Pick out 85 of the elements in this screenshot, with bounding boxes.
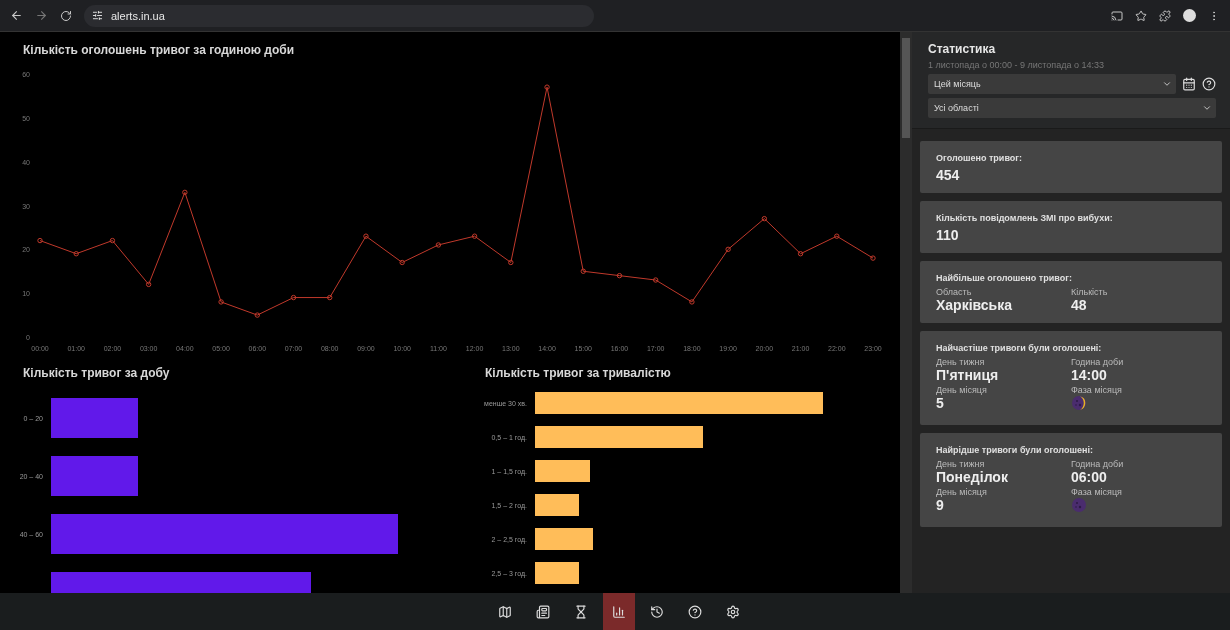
map-icon xyxy=(498,604,512,619)
hourglass-icon xyxy=(574,604,588,619)
chart-title: Кількість оголошень тривог за годиною доби xyxy=(22,42,296,57)
data-point xyxy=(580,268,586,274)
data-point xyxy=(218,299,224,305)
newspaper-icon xyxy=(536,604,550,619)
data-point xyxy=(616,272,623,279)
data-point xyxy=(73,251,79,257)
calendar-icon[interactable] xyxy=(1182,77,1196,91)
bar xyxy=(535,528,593,550)
field-label: Година доби xyxy=(1071,357,1125,367)
field-label: Фаза місяця xyxy=(1071,487,1123,497)
stat-value: 5 xyxy=(936,395,945,411)
bar xyxy=(535,460,590,482)
stat-value: П'ятниця xyxy=(936,367,1000,383)
data-point xyxy=(797,251,804,257)
history-icon xyxy=(650,604,664,619)
bar xyxy=(535,562,579,584)
data-point xyxy=(870,255,876,261)
field-label: Область xyxy=(936,287,973,297)
stat-value: Харківська xyxy=(936,297,1013,313)
period-select[interactable]: Цей місяць xyxy=(928,74,1176,94)
data-point xyxy=(254,312,260,318)
stat-value: 110 xyxy=(936,227,960,243)
data-point xyxy=(653,277,659,283)
data-point xyxy=(327,294,333,301)
panel-title: Статистика xyxy=(928,42,997,56)
data-point xyxy=(109,237,116,244)
data-point xyxy=(761,215,768,222)
profile-avatar-icon[interactable] xyxy=(1183,9,1196,22)
data-point xyxy=(290,294,297,301)
settings-icon xyxy=(726,604,740,619)
reload-icon[interactable] xyxy=(60,9,72,22)
stat-value: 48 xyxy=(1071,297,1088,313)
bar xyxy=(535,494,579,516)
moon-icon xyxy=(1071,497,1087,513)
period-text: 1 листопада о 00:00 - 9 листопада о 14:33 xyxy=(928,60,1105,70)
stat-value: 9 xyxy=(936,497,945,513)
url-text: alerts.in.ua xyxy=(111,9,165,22)
field-label: Фаза місяця xyxy=(1071,385,1123,395)
stat-value: 454 xyxy=(936,167,961,183)
stat-value: 14:00 xyxy=(1071,367,1108,383)
data-point xyxy=(435,242,442,248)
scrollbar-thumb[interactable] xyxy=(902,38,910,138)
data-point xyxy=(471,233,478,239)
bar-chart-icon xyxy=(612,604,626,619)
chart-title: Кількість тривог за тривалістю xyxy=(484,365,672,380)
data-point xyxy=(689,299,695,305)
bookmark-star-icon[interactable] xyxy=(1135,9,1147,22)
card-title: Найбільше оголошено тривог: xyxy=(936,273,1073,283)
help-icon xyxy=(688,604,702,619)
data-point xyxy=(399,259,405,266)
cast-icon[interactable] xyxy=(1111,9,1123,22)
data-point xyxy=(508,259,514,266)
chart-title: Кількість тривог за добу xyxy=(22,365,171,380)
data-point xyxy=(37,237,43,244)
address-bar[interactable]: alerts.in.ua xyxy=(84,4,594,27)
back-icon[interactable] xyxy=(10,9,23,22)
field-label: День місяця xyxy=(936,385,988,395)
card-title: Кількість повідомлень ЗМІ про вибухи: xyxy=(936,213,1114,223)
data-point xyxy=(834,233,840,239)
field-label: Година доби xyxy=(1071,459,1125,469)
extensions-icon[interactable] xyxy=(1159,9,1171,22)
nav-button[interactable] xyxy=(603,593,635,630)
card-title: Найрідше тривоги були оголошені: xyxy=(936,445,1094,455)
field-label: Кількість xyxy=(1071,287,1109,297)
card-title: Найчастіше тривоги були оголошені: xyxy=(936,343,1103,353)
region-select[interactable]: Усі області xyxy=(928,98,1216,118)
field-label: День тижня xyxy=(936,459,986,469)
data-point xyxy=(725,246,731,253)
card-title: Оголошено тривог: xyxy=(936,153,1024,163)
site-settings-icon[interactable] xyxy=(92,10,103,21)
data-point xyxy=(544,84,550,90)
data-point xyxy=(363,233,369,239)
field-label: День тижня xyxy=(936,357,986,367)
data-point xyxy=(145,281,152,288)
chevron-down-icon xyxy=(1162,79,1172,89)
chevron-down-icon xyxy=(1202,103,1212,113)
field-label: День місяця xyxy=(936,487,988,497)
data-point xyxy=(182,189,188,196)
forward-icon[interactable] xyxy=(35,9,48,22)
stat-value: Понеділок xyxy=(936,469,1009,485)
stat-value: 06:00 xyxy=(1071,469,1108,485)
help-icon[interactable] xyxy=(1202,77,1216,91)
moon-crescent-icon xyxy=(1071,395,1087,411)
